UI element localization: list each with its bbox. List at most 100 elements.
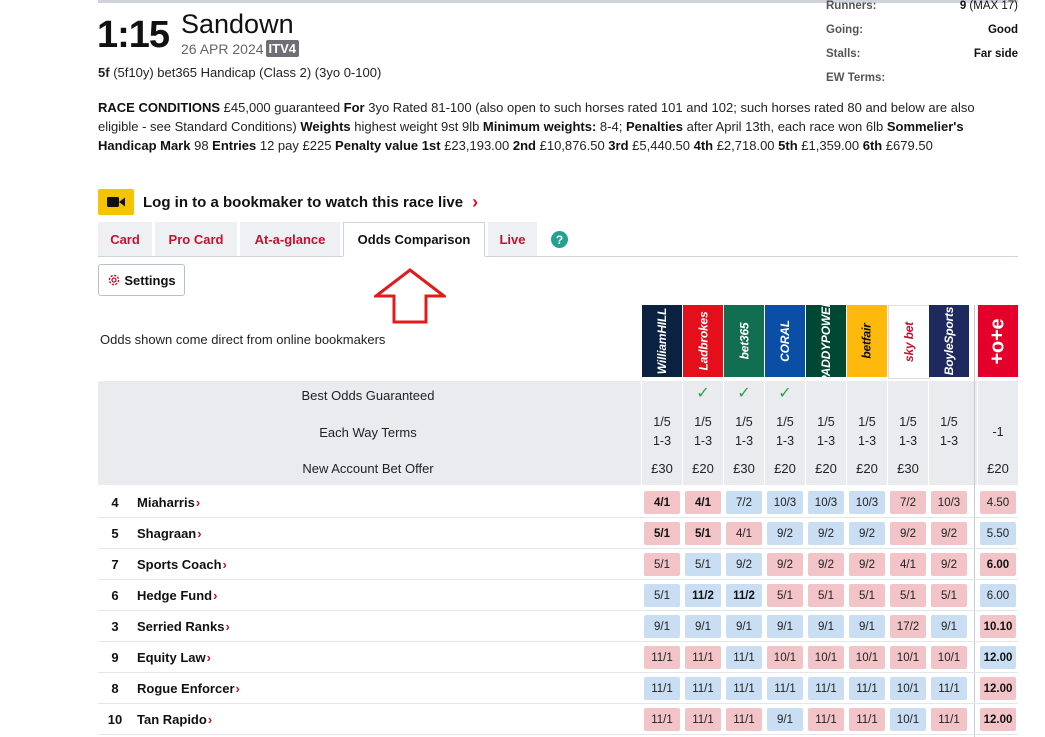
bookmaker-logo-boylesports[interactable]: BoyleSports: [929, 305, 969, 377]
odds-button[interactable]: 11/1: [644, 646, 680, 669]
runner-name[interactable]: Equity Law: [137, 650, 206, 665]
odds-button[interactable]: 9/1: [849, 615, 885, 638]
odds-button[interactable]: 10/3: [849, 491, 885, 514]
runner-name[interactable]: Hedge Fund: [137, 588, 212, 603]
tab-pro-card[interactable]: Pro Card: [155, 222, 237, 256]
runner-name[interactable]: Sports Coach: [137, 557, 222, 572]
odds-button[interactable]: 10/1: [767, 646, 803, 669]
odds-button[interactable]: 17/2: [890, 615, 926, 638]
odds-button[interactable]: 10/3: [767, 491, 803, 514]
runner-name-link[interactable]: Hedge Fund›: [137, 588, 217, 603]
odds-button[interactable]: 4.50: [980, 491, 1016, 514]
bookmaker-logo-william-hill[interactable]: WilliamHILL: [642, 305, 682, 377]
odds-button[interactable]: 5.50: [980, 522, 1016, 545]
odds-button[interactable]: 11/1: [931, 677, 967, 700]
odds-button[interactable]: 5/1: [685, 553, 721, 576]
odds-button[interactable]: 6.00: [980, 553, 1016, 576]
odds-button[interactable]: 11/1: [931, 708, 967, 731]
tab-card[interactable]: Card: [98, 222, 152, 256]
odds-button[interactable]: 9/1: [685, 615, 721, 638]
odds-button[interactable]: 7/2: [726, 491, 762, 514]
odds-button[interactable]: 11/1: [726, 677, 762, 700]
odds-button[interactable]: 9/1: [808, 615, 844, 638]
odds-button[interactable]: 9/2: [849, 522, 885, 545]
bookmaker-logo-paddy-power[interactable]: PADDYPOWER: [806, 305, 846, 377]
tab-at-a-glance[interactable]: At-a-glance: [240, 222, 340, 256]
runner-name[interactable]: Rogue Enforcer: [137, 681, 235, 696]
help-icon[interactable]: ?: [551, 231, 568, 248]
odds-button[interactable]: 9/2: [808, 522, 844, 545]
odds-button[interactable]: 9/1: [931, 615, 967, 638]
odds-button[interactable]: 9/2: [767, 553, 803, 576]
odds-button[interactable]: 11/1: [685, 646, 721, 669]
odds-button[interactable]: 11/1: [726, 646, 762, 669]
odds-button[interactable]: 4/1: [890, 553, 926, 576]
runner-name[interactable]: Shagraan: [137, 526, 196, 541]
odds-button[interactable]: 5/1: [890, 584, 926, 607]
odds-button[interactable]: 9/1: [726, 615, 762, 638]
odds-button[interactable]: 4/1: [685, 491, 721, 514]
bookmaker-logo-ladbrokes[interactable]: Ladbrokes: [683, 305, 723, 377]
odds-button[interactable]: 9/2: [767, 522, 803, 545]
tab-odds-comparison[interactable]: Odds Comparison: [343, 222, 485, 257]
bookmaker-logo-coral[interactable]: CORAL: [765, 305, 805, 377]
odds-button[interactable]: 6.00: [980, 584, 1016, 607]
odds-button[interactable]: 11/1: [685, 708, 721, 731]
bookmaker-logo-betfair[interactable]: betfair: [847, 305, 887, 377]
odds-button[interactable]: 9/2: [726, 553, 762, 576]
odds-button[interactable]: 10.10: [980, 615, 1016, 638]
bookmaker-logo-sky-bet[interactable]: sky bet: [888, 305, 930, 379]
odds-button[interactable]: 11/1: [685, 677, 721, 700]
odds-button[interactable]: 5/1: [931, 584, 967, 607]
odds-button[interactable]: 10/1: [931, 646, 967, 669]
odds-button[interactable]: 10/1: [849, 646, 885, 669]
odds-button[interactable]: 11/1: [849, 677, 885, 700]
odds-button[interactable]: 11/1: [644, 677, 680, 700]
odds-button[interactable]: 10/1: [890, 646, 926, 669]
odds-button[interactable]: 9/1: [767, 708, 803, 731]
odds-button[interactable]: 10/3: [808, 491, 844, 514]
odds-button[interactable]: 9/2: [931, 522, 967, 545]
runner-name-link[interactable]: Equity Law›: [137, 650, 211, 665]
runner-name-link[interactable]: Miaharris›: [137, 495, 200, 510]
odds-button[interactable]: 11/1: [808, 708, 844, 731]
settings-button[interactable]: Settings: [98, 264, 185, 296]
bookmaker-logo-bet365[interactable]: bet365: [724, 305, 764, 377]
odds-button[interactable]: 4/1: [726, 522, 762, 545]
odds-button[interactable]: 12.00: [980, 646, 1016, 669]
odds-button[interactable]: 5/1: [685, 522, 721, 545]
odds-button[interactable]: 9/1: [767, 615, 803, 638]
odds-button[interactable]: 11/1: [849, 708, 885, 731]
runner-name-link[interactable]: Tan Rapido›: [137, 712, 212, 727]
odds-button[interactable]: 10/1: [890, 677, 926, 700]
watch-live-text[interactable]: Log in to a bookmaker to watch this race…: [143, 194, 463, 211]
odds-button[interactable]: 12.00: [980, 677, 1016, 700]
odds-button[interactable]: 5/1: [644, 584, 680, 607]
odds-button[interactable]: 5/1: [767, 584, 803, 607]
odds-button[interactable]: 9/1: [644, 615, 680, 638]
runner-name-link[interactable]: Rogue Enforcer›: [137, 681, 240, 696]
odds-button[interactable]: 11/1: [644, 708, 680, 731]
odds-button[interactable]: 11/1: [767, 677, 803, 700]
odds-button[interactable]: 11/1: [808, 677, 844, 700]
odds-button[interactable]: 11/1: [726, 708, 762, 731]
odds-button[interactable]: 5/1: [849, 584, 885, 607]
watch-live-banner[interactable]: Log in to a bookmaker to watch this race…: [98, 189, 478, 215]
odds-button[interactable]: 10/3: [931, 491, 967, 514]
odds-button[interactable]: 4/1: [644, 491, 680, 514]
runner-name-link[interactable]: Sports Coach›: [137, 557, 227, 572]
runner-name-link[interactable]: Serried Ranks›: [137, 619, 230, 634]
bookmaker-logo-tote[interactable]: +o+e: [978, 305, 1018, 377]
odds-button[interactable]: 9/2: [849, 553, 885, 576]
odds-button[interactable]: 5/1: [644, 553, 680, 576]
odds-button[interactable]: 10/1: [890, 708, 926, 731]
odds-button[interactable]: 5/1: [808, 584, 844, 607]
odds-button[interactable]: 10/1: [808, 646, 844, 669]
runner-name[interactable]: Serried Ranks: [137, 619, 224, 634]
odds-button[interactable]: 5/1: [644, 522, 680, 545]
runner-name[interactable]: Miaharris: [137, 495, 195, 510]
odds-button[interactable]: 9/2: [890, 522, 926, 545]
odds-button[interactable]: 12.00: [980, 708, 1016, 731]
runner-name[interactable]: Tan Rapido: [137, 712, 207, 727]
odds-button[interactable]: 11/2: [685, 584, 721, 607]
